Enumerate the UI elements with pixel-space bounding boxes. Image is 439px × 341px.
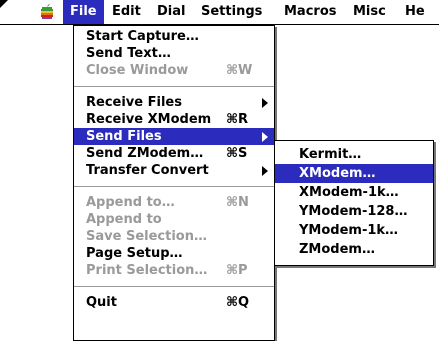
submenu-item-label: YModem-128… bbox=[299, 204, 408, 219]
menu-item-receive-xmodem[interactable]: Receive XModem ⌘R bbox=[74, 111, 274, 128]
menu-item-append-to: Append to bbox=[74, 211, 274, 228]
menu-item-label: Send Files bbox=[86, 129, 162, 144]
menu-item-label: Receive Files bbox=[86, 95, 182, 110]
menu-item-label: Append to bbox=[86, 212, 162, 227]
submenu-item-xmodem-1k[interactable]: XModem-1k… bbox=[275, 183, 433, 202]
menu-dial[interactable]: Dial bbox=[150, 0, 192, 24]
menu-item-shortcut: ⌘W bbox=[226, 63, 253, 78]
menu-item-label: Receive XModem bbox=[86, 112, 212, 127]
submenu-item-ymodem-128[interactable]: YModem-128… bbox=[275, 202, 433, 221]
menu-item-label: Transfer Convert bbox=[86, 163, 209, 178]
menu-item-append-to-ellipsis: Append to… ⌘N bbox=[74, 194, 274, 211]
menu-item-close-window: Close Window ⌘W bbox=[74, 62, 274, 79]
submenu-item-label: XModem-1k… bbox=[299, 185, 399, 200]
menu-help[interactable]: He bbox=[398, 0, 432, 24]
menu-item-label: Save Selection… bbox=[86, 229, 207, 244]
menu-item-send-files[interactable]: Send Files bbox=[74, 128, 274, 145]
submenu-item-kermit[interactable]: Kermit… bbox=[275, 145, 433, 164]
menu-edit[interactable]: Edit bbox=[105, 0, 148, 24]
menu-item-shortcut: ⌘S bbox=[226, 146, 248, 161]
menu-item-print-selection: Print Selection… ⌘P bbox=[74, 262, 274, 279]
submenu-item-label: ZModem… bbox=[299, 242, 375, 257]
menu-item-label: Start Capture… bbox=[86, 29, 199, 44]
menu-item-shortcut: ⌘R bbox=[226, 112, 249, 127]
menu-bar: File Edit Dial Settings Macros Misc He bbox=[0, 0, 439, 25]
menu-item-shortcut: ⌘P bbox=[226, 263, 248, 278]
menu-item-page-setup[interactable]: Page Setup… bbox=[74, 245, 274, 262]
menu-item-send-text[interactable]: Send Text… bbox=[74, 45, 274, 62]
menu-item-shortcut: ⌘Q bbox=[226, 295, 250, 310]
menu-misc[interactable]: Misc bbox=[346, 0, 393, 24]
apple-icon[interactable] bbox=[39, 4, 55, 20]
menu-file[interactable]: File bbox=[63, 0, 104, 24]
menu-item-label: Append to… bbox=[86, 195, 175, 210]
menu-item-label: Quit bbox=[86, 295, 117, 310]
menu-settings[interactable]: Settings bbox=[194, 0, 269, 24]
menu-item-label: Send ZModem… bbox=[86, 146, 204, 161]
menu-item-label: Send Text… bbox=[86, 46, 171, 61]
submenu-arrow-icon bbox=[262, 166, 268, 176]
submenu-arrow-icon bbox=[262, 98, 268, 108]
submenu-item-label: YModem-1k… bbox=[299, 223, 399, 238]
menu-item-send-zmodem[interactable]: Send ZModem… ⌘S bbox=[74, 145, 274, 162]
menu-macros[interactable]: Macros bbox=[277, 0, 344, 24]
menu-item-shortcut: ⌘N bbox=[226, 195, 249, 210]
submenu-arrow-icon bbox=[262, 132, 268, 142]
menu-item-label: Page Setup… bbox=[86, 246, 183, 261]
menu-item-save-selection: Save Selection… bbox=[74, 228, 274, 245]
submenu-item-zmodem[interactable]: ZModem… bbox=[275, 240, 433, 259]
submenu-item-label: XModem… bbox=[299, 166, 376, 181]
send-files-submenu: Kermit… XModem… XModem-1k… YModem-128… Y… bbox=[274, 140, 434, 266]
menu-separator bbox=[74, 286, 274, 287]
menu-item-transfer-convert[interactable]: Transfer Convert bbox=[74, 162, 274, 179]
submenu-item-label: Kermit… bbox=[299, 147, 362, 162]
menu-item-label: Print Selection… bbox=[86, 263, 208, 278]
window-corner-icon bbox=[0, 0, 8, 8]
menu-separator bbox=[74, 186, 274, 187]
submenu-item-xmodem[interactable]: XModem… bbox=[275, 164, 433, 183]
file-menu: Start Capture… Send Text… Close Window ⌘… bbox=[73, 25, 275, 341]
menu-separator bbox=[74, 86, 274, 87]
menu-item-label: Close Window bbox=[86, 63, 189, 78]
submenu-item-ymodem-1k[interactable]: YModem-1k… bbox=[275, 221, 433, 240]
menu-item-quit[interactable]: Quit ⌘Q bbox=[74, 294, 274, 311]
menu-item-start-capture[interactable]: Start Capture… bbox=[74, 28, 274, 45]
menu-item-receive-files[interactable]: Receive Files bbox=[74, 94, 274, 111]
